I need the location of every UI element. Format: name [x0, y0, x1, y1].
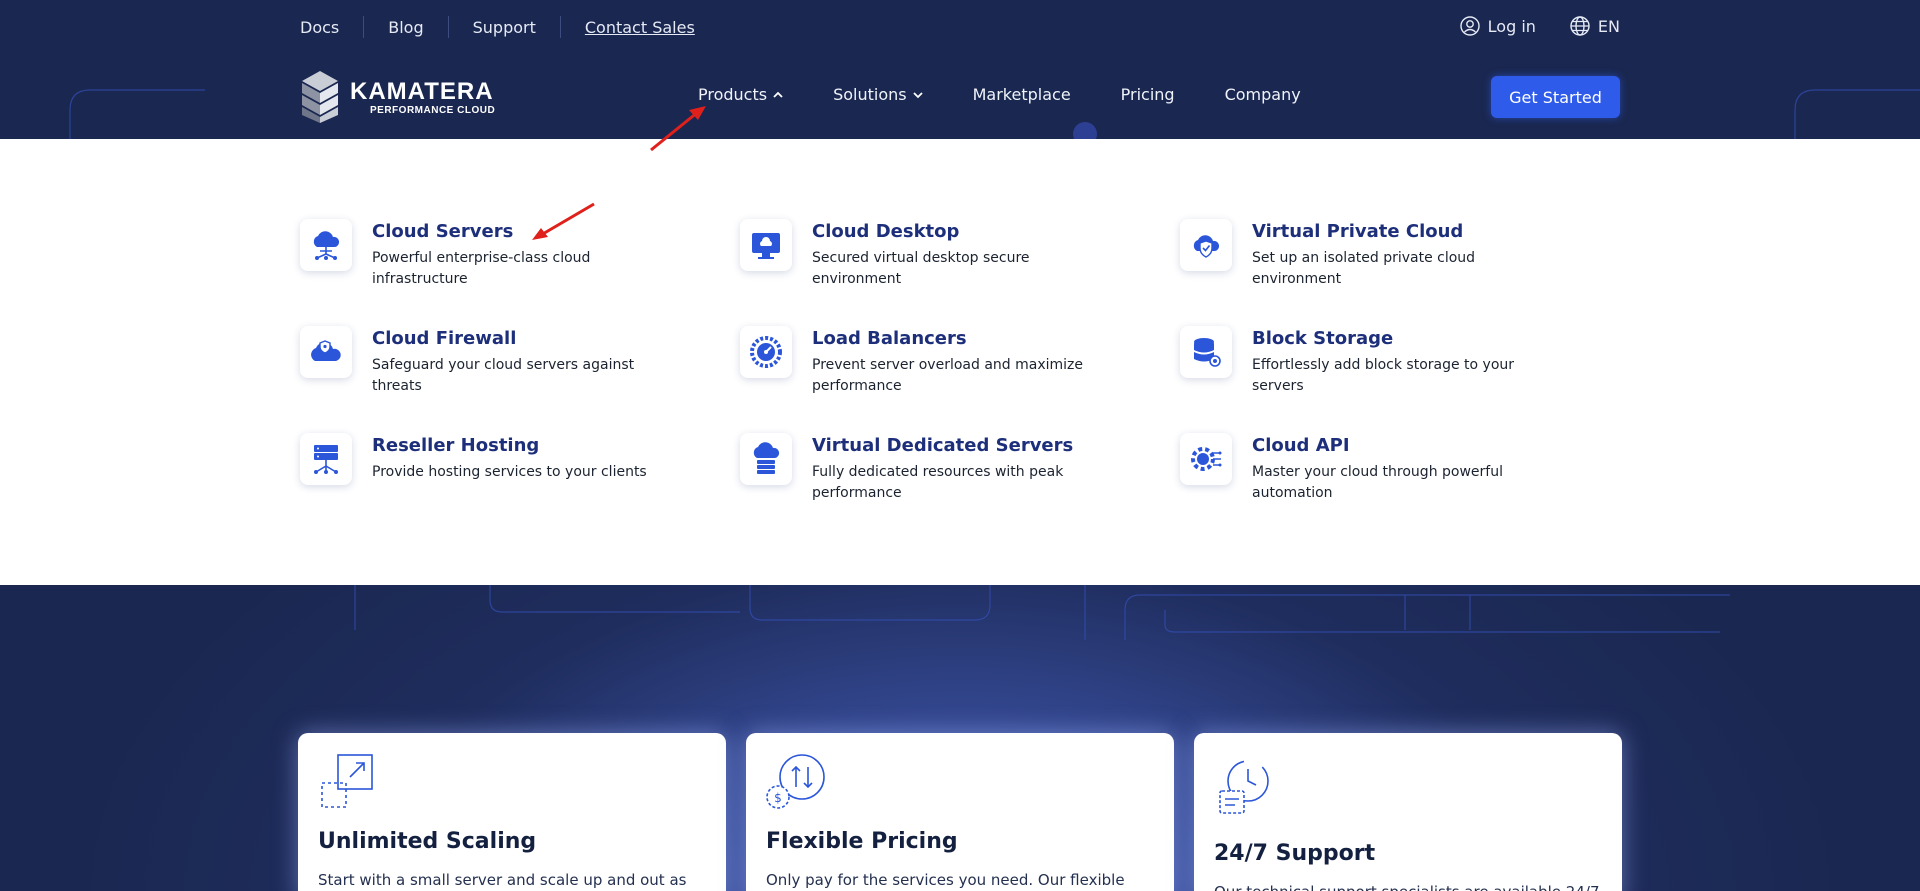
feature-title: Unlimited Scaling [318, 829, 537, 854]
firewall-cloud-icon [300, 326, 352, 378]
product-title: Cloud Servers [372, 221, 514, 242]
server-network-icon [300, 433, 352, 485]
product-title: Block Storage [1252, 328, 1394, 349]
logo-tagline: PERFORMANCE CLOUD [370, 104, 496, 116]
kamatera-logo[interactable]: KAMATERA PERFORMANCE CLOUD [300, 69, 495, 125]
product-title: Cloud Firewall [372, 328, 517, 349]
globe-icon [1570, 16, 1590, 36]
nav-marketplace[interactable]: Marketplace [973, 85, 1071, 104]
feature-title: Flexible Pricing [766, 829, 958, 854]
chevron-down-icon [912, 91, 923, 98]
top-utility-bar: Docs Blog Support Contact Sales Log in E… [0, 0, 1920, 55]
nav-company[interactable]: Company [1225, 85, 1301, 104]
product-description: Set up an isolated private cloud environ… [1252, 250, 1476, 287]
product-cloud-servers[interactable]: Cloud Servers Powerful enterprise-class … [300, 219, 720, 290]
utility-links: Docs Blog Support Contact Sales [300, 16, 695, 38]
product-title: Virtual Private Cloud [1252, 221, 1464, 242]
divider [363, 16, 365, 38]
nav-marketplace-label: Marketplace [972, 85, 1071, 104]
product-virtual-private-cloud[interactable]: Virtual Private Cloud Set up an isolated… [1180, 219, 1600, 290]
support-link[interactable]: Support [473, 18, 536, 37]
nav-company-label: Company [1224, 85, 1301, 104]
product-load-balancers[interactable]: Load Balancers Prevent server overload a… [740, 326, 1160, 397]
product-text: Cloud Desktop Secured virtual desktop se… [812, 219, 1112, 290]
product-text: Cloud Firewall Safeguard your cloud serv… [372, 326, 672, 397]
product-text: Virtual Private Cloud Set up an isolated… [1252, 219, 1552, 290]
get-started-button[interactable]: Get Started [1491, 76, 1620, 118]
product-description: Safeguard your cloud servers against thr… [372, 357, 635, 394]
product-description: Master your cloud through powerful autom… [1252, 464, 1503, 501]
product-description: Secured virtual desktop secure environme… [812, 250, 1030, 287]
language-selector[interactable]: EN [1570, 16, 1620, 36]
cloud-server-icon [740, 433, 792, 485]
cloud-network-icon [300, 219, 352, 271]
product-title: Reseller Hosting [372, 435, 540, 456]
feature-title: 24/7 Support [1214, 841, 1376, 866]
nav-products-label: Products [698, 85, 768, 104]
login-label: Log in [1487, 16, 1536, 36]
blog-link[interactable]: Blog [388, 18, 423, 37]
divider [559, 16, 561, 38]
nav-solutions[interactable]: Solutions [833, 85, 923, 104]
logo-name: KAMATERA [350, 77, 494, 105]
product-block-storage[interactable]: Block Storage Effortlessly add block sto… [1180, 326, 1600, 397]
svg-text:$: $ [774, 791, 782, 805]
product-text: Load Balancers Prevent server overload a… [812, 326, 1112, 397]
feature-text: Start with a small server and scale up a… [318, 871, 687, 891]
login-link[interactable]: Log in [1459, 16, 1536, 36]
nav-pricing[interactable]: Pricing [1121, 85, 1175, 104]
product-virtual-dedicated-servers[interactable]: Virtual Dedicated Servers Fully dedicate… [740, 433, 1160, 504]
feature-card-unlimited-scaling: Unlimited Scaling Start with a small ser… [298, 733, 726, 891]
product-description: Fully dedicated resources with peak perf… [812, 464, 1064, 501]
scale-icon [321, 754, 373, 808]
product-description: Effortlessly add block storage to your s… [1252, 357, 1515, 394]
product-description: Provide hosting services to your clients [372, 464, 647, 480]
product-title: Virtual Dedicated Servers [812, 435, 1074, 456]
database-icon [1180, 326, 1232, 378]
docs-link[interactable]: Docs [300, 18, 339, 37]
product-cloud-desktop[interactable]: Cloud Desktop Secured virtual desktop se… [740, 219, 1160, 290]
cloud-shield-icon [1180, 219, 1232, 271]
logo-mark-icon [302, 71, 338, 123]
feature-text: Only pay for the services you need. Our … [766, 871, 1125, 889]
primary-nav: Products Solutions Marketplace Pricing C… [698, 85, 1301, 104]
desktop-cloud-icon [740, 219, 792, 271]
product-text: Cloud Servers Powerful enterprise-class … [372, 219, 672, 290]
nav-pricing-label: Pricing [1120, 85, 1175, 104]
product-text: Cloud API Master your cloud through powe… [1252, 433, 1552, 504]
account-controls: Log in EN [1459, 16, 1620, 36]
chevron-up-icon [773, 91, 783, 98]
feature-text: Our technical support specialists are av… [1214, 883, 1604, 891]
product-description: Powerful enterprise-class cloud infrastr… [372, 250, 591, 287]
product-text: Block Storage Effortlessly add block sto… [1252, 326, 1552, 397]
language-label: EN [1597, 16, 1620, 36]
product-cloud-firewall[interactable]: Cloud Firewall Safeguard your cloud serv… [300, 326, 720, 397]
product-reseller-hosting[interactable]: Reseller Hosting Provide hosting service… [300, 433, 720, 485]
product-cloud-api[interactable]: Cloud API Master your cloud through powe… [1180, 433, 1600, 504]
pricing-icon: $ [766, 754, 825, 809]
support-clock-icon [1219, 760, 1269, 814]
user-icon [1459, 16, 1480, 36]
product-title: Cloud Desktop [812, 221, 960, 242]
product-description: Prevent server overload and maximize per… [812, 357, 1083, 394]
divider [447, 16, 449, 38]
gauge-icon [740, 326, 792, 378]
feature-card-24-7-support: 24/7 Support Our technical support speci… [1194, 733, 1622, 891]
product-title: Load Balancers [812, 328, 967, 349]
feature-card-flexible-pricing: $ Flexible Pricing Only pay for the serv… [746, 733, 1174, 891]
product-title: Cloud API [1252, 435, 1350, 456]
nav-products[interactable]: Products [698, 85, 783, 104]
nav-solutions-label: Solutions [833, 85, 907, 104]
main-navbar: KAMATERA PERFORMANCE CLOUD Products Solu… [0, 55, 1920, 139]
product-text: Reseller Hosting Provide hosting service… [372, 433, 672, 485]
products-dropdown-menu: Cloud Servers Powerful enterprise-class … [0, 139, 1920, 585]
logo-wordmark: KAMATERA PERFORMANCE CLOUD [350, 77, 496, 116]
contact-sales-link[interactable]: Contact Sales [585, 18, 695, 37]
product-text: Virtual Dedicated Servers Fully dedicate… [812, 433, 1112, 504]
gear-api-icon [1180, 433, 1232, 485]
